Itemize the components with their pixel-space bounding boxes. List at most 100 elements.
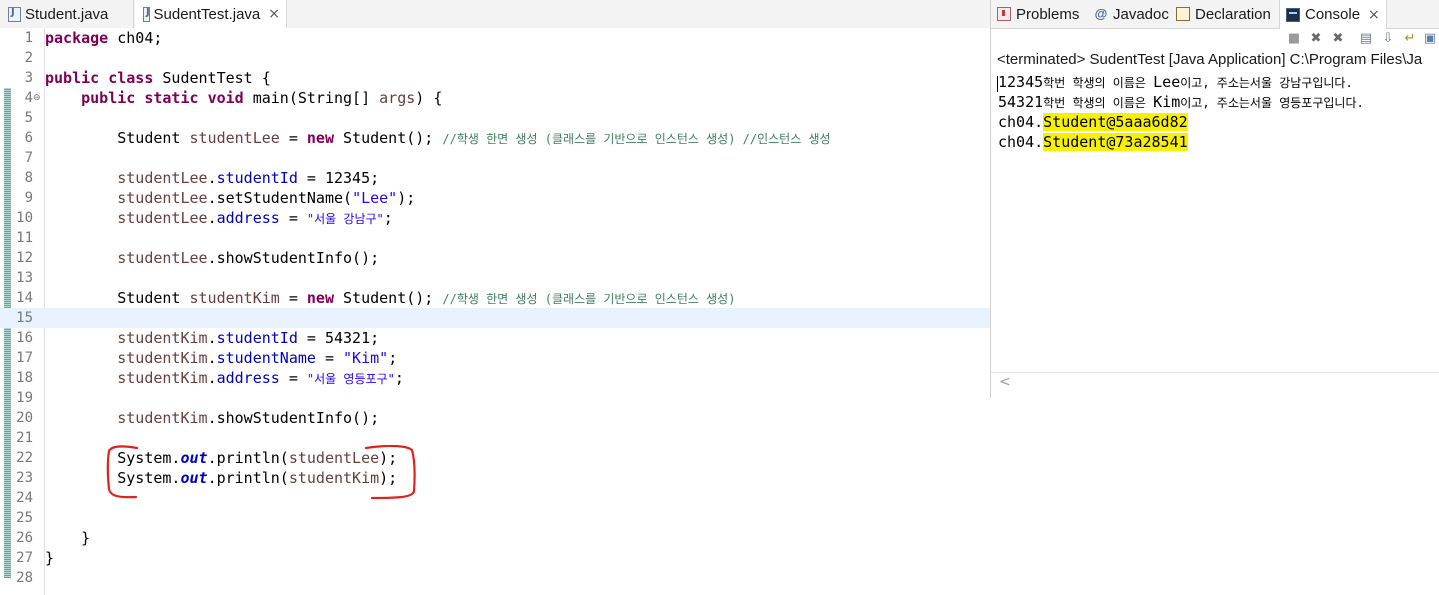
code-token: } [45,529,91,547]
code-token: out [180,469,208,487]
code-line[interactable]: 9 studentLee.setStudentName("Lee"); [0,188,990,208]
tab-declaration[interactable]: Declaration [1176,0,1271,28]
line-number: 12 [16,250,33,266]
code-line[interactable]: 23 System.out.println(studentKim); [0,468,990,488]
code-line[interactable]: 5 [0,108,990,128]
console-output-line: ch04.Student@73a28541 [998,132,1364,152]
line-number: 18 [16,370,33,386]
output-text: 54321 [998,93,1044,111]
code-line[interactable]: 16 studentKim.studentId = 54321; [0,328,990,348]
terminate-icon[interactable]: ■ [1287,32,1301,46]
console-output[interactable]: 12345학번 학생의 이름은 Lee이고, 주소는서울 강남구입니다. 5432… [998,72,1364,152]
code-text: public class SudentTest { [45,68,271,88]
console-output-line: 54321학번 학생의 이름은 Kim이고, 주소는서울 영등포구입니다. [998,92,1364,112]
scroll-left-icon[interactable]: < [999,374,1011,390]
remove-all-terminated-icon[interactable]: ✖ [1331,32,1345,46]
tab-label: Student.java [25,5,109,23]
code-line[interactable]: 11 [0,228,990,248]
code-line[interactable]: 12 studentLee.showStudentInfo(); [0,248,990,268]
line-number: 13 [16,270,33,286]
code-token: studentId [216,169,298,187]
output-text: 12345 [998,73,1044,91]
remove-launch-icon[interactable]: ✖ [1309,32,1323,46]
code-token: address [216,369,280,387]
code-token: address [216,209,280,227]
code-token: ; [394,369,404,387]
code-line[interactable]: 19 [0,388,990,408]
code-line[interactable]: 22 System.out.println(studentLee); [0,448,990,468]
code-text: } [45,528,90,548]
code-line[interactable]: 26 } [0,528,990,548]
line-number: 7 [24,150,33,166]
fold-toggle-icon[interactable]: ⊖ [33,88,41,108]
pin-console-icon[interactable]: ▣ [1423,32,1437,46]
tab-sudenttest-java[interactable]: SudentTest.java × [135,0,287,29]
code-text: public static void main(String[] args) { [45,88,442,108]
code-lines[interactable]: 1 package ch04; 2 3 public class SudentTest … [0,28,990,588]
code-editor[interactable]: 1 package ch04; 2 3 public class SudentTest … [0,28,990,595]
tab-label: Console [1305,6,1361,23]
code-token: = 54321; [297,329,380,347]
code-token: = [315,349,344,367]
code-line[interactable]: 28 [0,568,990,588]
code-line[interactable]: 24 [0,488,990,508]
code-token: new [306,289,334,307]
code-line[interactable]: 4 ⊖ public static void main(String[] args… [0,88,990,108]
code-line[interactable]: 7 [0,148,990,168]
code-token: public [81,89,136,107]
horizontal-scrollbar[interactable]: < [991,372,1439,393]
code-line[interactable]: 21 [0,428,990,448]
code-line[interactable]: 14 Student studentKim = new Student(); /… [0,288,990,308]
line-number: 9 [24,190,33,206]
code-token: "서울 영등포구" [306,372,395,386]
code-line[interactable]: 27} [0,548,990,568]
close-icon[interactable]: × [268,6,280,22]
line-number: 27 [16,550,33,566]
code-line[interactable]: 15 [0,308,990,328]
line-number: 1 [24,30,33,46]
code-line[interactable]: 18 studentKim.address = "서울 영등포구"; [0,368,990,388]
code-line[interactable]: 13 [0,268,990,288]
tab-label: Declaration [1195,5,1271,23]
code-token: studentLee [189,129,280,147]
code-token: ); [379,469,398,487]
clear-console-icon[interactable]: ▤ [1359,32,1373,46]
code-line[interactable]: 2 [0,48,990,68]
code-token: studentLee [117,209,208,227]
tab-javadoc[interactable]: @ Javadoc [1094,0,1169,28]
tab-student-java[interactable]: Student.java [0,0,134,28]
line-number: 25 [16,510,33,526]
code-line[interactable]: 6 Student studentLee = new Student(); //… [0,128,990,148]
code-text: studentKim.showStudentInfo(); [45,408,379,428]
code-token: studentKim [288,469,380,487]
tab-problems[interactable]: Problems [997,0,1079,28]
code-token: studentKim [189,289,280,307]
view-tab-bar: Problems @ Javadoc Declaration Console × [991,0,1439,29]
line-number: 3 [24,70,33,86]
close-icon[interactable]: × [1368,7,1380,23]
tab-console[interactable]: Console × [1279,0,1387,29]
code-token: studentId [216,329,298,347]
code-token: ); [397,189,416,207]
code-token: package [45,29,109,47]
scroll-lock-icon[interactable]: ⇩ [1381,32,1395,46]
code-token: studentKim [117,329,208,347]
code-text: studentKim.studentName = "Kim"; [45,348,397,368]
code-line[interactable]: 25 [0,508,990,528]
code-token: public [45,69,100,87]
code-line[interactable]: 10 studentLee.address = "서울 강남구"; [0,208,990,228]
output-text: ch04. [998,133,1044,151]
line-number: 8 [24,170,33,186]
code-line[interactable]: 1 package ch04; [0,28,990,48]
word-wrap-icon[interactable]: ↵ [1403,32,1417,46]
line-number: 2 [24,50,33,66]
code-line[interactable]: 20 studentKim.showStudentInfo(); [0,408,990,428]
code-line[interactable]: 3 public class SudentTest { [0,68,990,88]
line-number: 4 [24,90,33,106]
code-text: Student studentKim = new Student(); //학생… [45,288,735,309]
code-line[interactable]: 17 studentKim.studentName = "Kim"; [0,348,990,368]
code-line[interactable]: 8 studentLee.studentId = 12345; [0,168,990,188]
